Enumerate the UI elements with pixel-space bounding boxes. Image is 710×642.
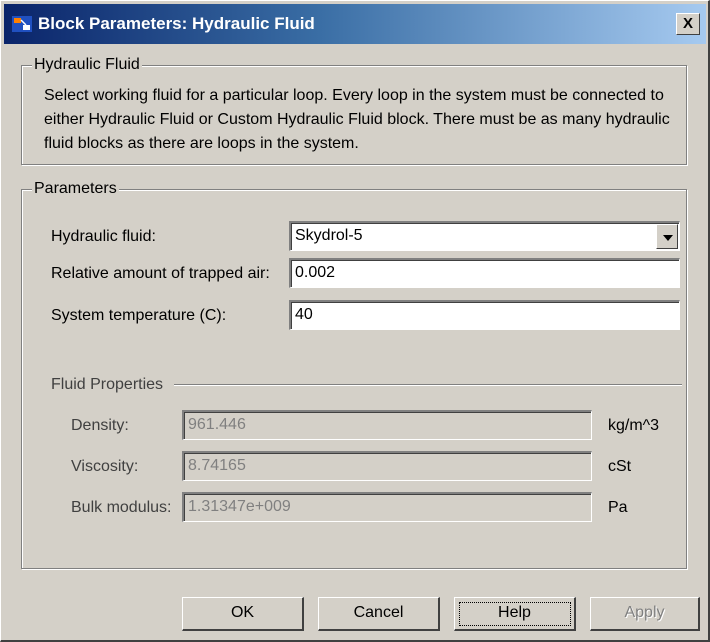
bulk-modulus-unit: Pa: [608, 499, 628, 516]
trapped-air-label: Relative amount of trapped air:: [51, 265, 270, 282]
fluid-properties-label: Fluid Properties: [51, 376, 164, 393]
bulk-modulus-field: 1.31347e+009: [182, 492, 592, 522]
viscosity-field: 8.74165: [182, 451, 592, 481]
hydraulic-fluid-select[interactable]: Skydrol-5: [289, 221, 680, 251]
density-label: Density:: [71, 417, 129, 434]
description-group-label: Hydraulic Fluid: [32, 56, 142, 74]
simulink-block-icon: [12, 16, 32, 32]
hydraulic-fluid-value: Skydrol-5: [295, 227, 363, 244]
system-temperature-input[interactable]: 40: [289, 300, 680, 330]
trapped-air-input[interactable]: 0.002: [289, 258, 680, 288]
density-field: 961.446: [182, 410, 592, 440]
parameters-group-label: Parameters: [32, 180, 119, 198]
viscosity-unit: cSt: [608, 458, 632, 475]
description-text: Select working fluid for a particular lo…: [44, 87, 670, 152]
block-parameters-dialog: Block Parameters: Hydraulic Fluid X Hydr…: [0, 0, 710, 642]
hydraulic-fluid-label: Hydraulic fluid:: [51, 228, 156, 245]
density-unit: kg/m^3: [608, 417, 660, 434]
parameters-group: Parameters Hydraulic fluid: Skydrol-5 Re…: [21, 180, 687, 569]
window-title: Block Parameters: Hydraulic Fluid: [38, 14, 315, 33]
title-bar[interactable]: Block Parameters: Hydraulic Fluid X: [4, 4, 706, 44]
close-button[interactable]: X: [676, 13, 700, 35]
apply-button[interactable]: Apply: [590, 597, 700, 631]
system-temperature-label: System temperature (C):: [51, 307, 227, 324]
cancel-button[interactable]: Cancel: [318, 597, 440, 631]
fluid-properties-divider: [174, 384, 682, 386]
help-button[interactable]: Help: [454, 597, 576, 631]
ok-button[interactable]: OK: [182, 597, 304, 631]
bulk-modulus-label: Bulk modulus:: [71, 499, 172, 516]
hydraulic-fluid-description-group: Hydraulic Fluid Select working fluid for…: [21, 56, 687, 165]
chevron-down-icon[interactable]: [656, 224, 678, 249]
viscosity-label: Viscosity:: [71, 458, 139, 475]
